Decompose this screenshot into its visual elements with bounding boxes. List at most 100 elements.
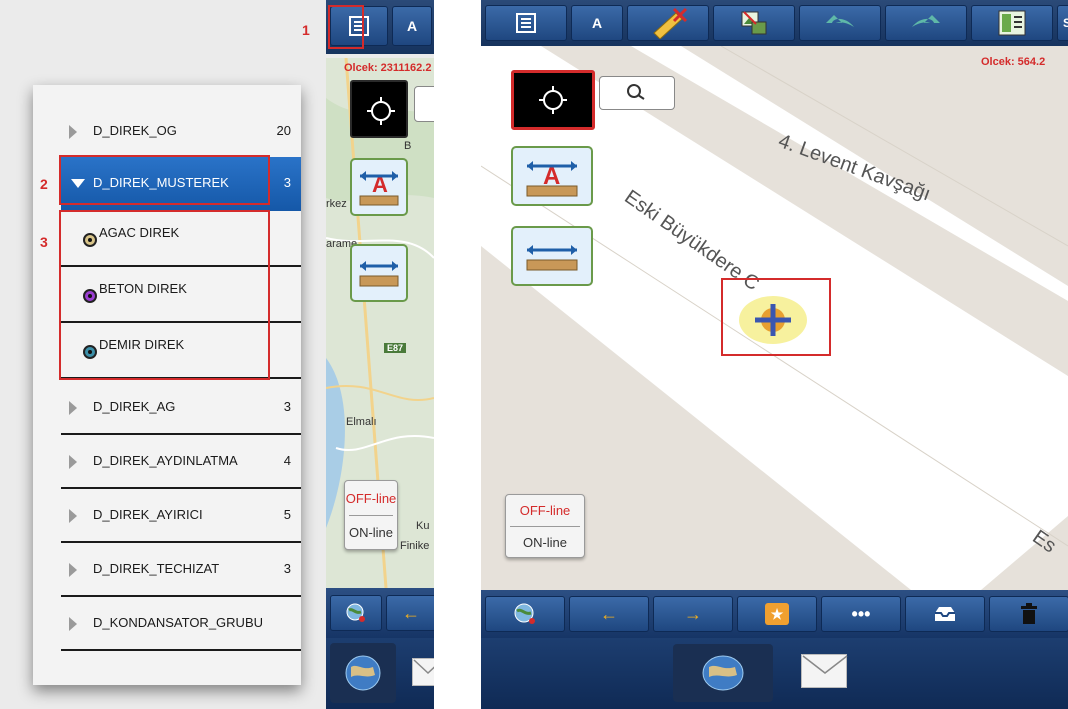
measure-area-button[interactable]: A xyxy=(350,158,408,216)
right-bottom-nav xyxy=(481,638,1068,709)
expand-arrow-icon[interactable] xyxy=(69,125,77,139)
layer-name: D_DIREK_AYIRICI xyxy=(93,507,203,522)
toggle-divider xyxy=(510,526,580,527)
expand-arrow-icon[interactable] xyxy=(69,617,77,631)
left-bottom-toolbar: ← xyxy=(326,588,434,638)
highlight-box-2 xyxy=(59,155,270,205)
globe-icon xyxy=(702,655,744,691)
crosshair-icon xyxy=(367,97,395,125)
locate-button[interactable] xyxy=(511,70,595,130)
globe-search-icon xyxy=(346,603,365,622)
measure-distance-button[interactable] xyxy=(511,226,593,286)
layer-count: 3 xyxy=(283,561,291,576)
legend-button[interactable] xyxy=(971,5,1053,41)
layer-name: D_KONDANSATOR_GRUBU xyxy=(93,615,263,630)
map-tab[interactable] xyxy=(330,643,396,703)
text-tool-button[interactable]: A xyxy=(392,6,432,46)
cut-off-button[interactable]: S xyxy=(1057,5,1068,41)
left-bottom-nav xyxy=(326,638,434,709)
measure-distance-button[interactable] xyxy=(350,244,408,302)
locate-button[interactable] xyxy=(350,80,408,138)
offline-option[interactable]: OFF-line xyxy=(345,491,397,506)
right-top-toolbar: A S xyxy=(481,0,1068,46)
layer-count: 3 xyxy=(283,399,291,414)
measure-area-icon: A xyxy=(526,161,578,197)
erase-button[interactable] xyxy=(627,5,709,41)
measure-distance-icon xyxy=(526,245,578,271)
ellipsis-icon: ••• xyxy=(851,603,871,624)
map-label: Ku xyxy=(416,520,430,532)
annotation-number-1: 1 xyxy=(302,22,310,38)
left-map-view[interactable]: Olcek: 2311162.2 B rkez arame E87 Elmalı… xyxy=(326,58,434,588)
expand-arrow-icon[interactable] xyxy=(69,563,77,577)
map-label: B xyxy=(404,140,412,152)
undo-button[interactable] xyxy=(799,5,881,41)
line-mode-toggle[interactable]: OFF-line ON-line xyxy=(505,494,585,558)
globe-search-button[interactable] xyxy=(485,596,565,632)
arrow-left-icon: ← xyxy=(600,603,618,624)
forward-arrow-button[interactable]: → xyxy=(653,596,733,632)
online-option[interactable]: ON-line xyxy=(345,525,397,540)
layer-name: D_DIREK_OG xyxy=(93,123,177,138)
right-map-view[interactable]: Olcek: 564.2 4. Levent Kavşağı Eski Büyü… xyxy=(481,46,1068,590)
right-bottom-toolbar: ← → ★ ••• xyxy=(481,590,1068,638)
expand-arrow-icon[interactable] xyxy=(69,509,77,523)
text-tool-button[interactable]: A xyxy=(571,5,623,41)
search-button[interactable] xyxy=(599,76,675,110)
map-tab[interactable] xyxy=(673,644,773,702)
annotation-number-2: 2 xyxy=(40,176,48,192)
layer-list-button[interactable] xyxy=(485,5,567,41)
redo-arrow-icon xyxy=(912,15,940,27)
scale-text: Olcek: 564.2 xyxy=(981,56,1046,68)
line-mode-toggle[interactable]: OFF-line ON-line xyxy=(344,480,398,550)
online-option[interactable]: ON-line xyxy=(506,535,584,550)
layer-row[interactable]: D_DIREK_AG 3 xyxy=(61,381,301,435)
favorites-button[interactable]: ★ xyxy=(737,596,817,632)
toggle-divider xyxy=(349,515,393,516)
expand-arrow-icon[interactable] xyxy=(69,401,77,415)
envelope-icon xyxy=(413,659,434,675)
mail-icon[interactable] xyxy=(412,658,434,686)
layer-name: D_DIREK_TECHIZAT xyxy=(93,561,220,576)
image-edit-icon xyxy=(741,11,767,35)
highlight-box-3 xyxy=(59,210,270,380)
layer-count: 20 xyxy=(276,123,291,138)
layer-row[interactable]: D_DIREK_AYDINLATMA 4 xyxy=(61,435,301,489)
selected-point-icon[interactable] xyxy=(735,290,815,350)
star-icon: ★ xyxy=(765,603,789,625)
undo-arrow-icon xyxy=(826,15,854,27)
layer-count: 4 xyxy=(283,453,291,468)
delete-button[interactable] xyxy=(989,596,1068,632)
image-tool-button[interactable] xyxy=(713,5,795,41)
inbox-icon xyxy=(935,607,955,621)
search-button[interactable] xyxy=(414,86,434,122)
left-screenshot: Olcek: 2311162.2 B rkez arame E87 Elmalı… xyxy=(0,0,434,709)
envelope-icon xyxy=(802,655,848,674)
layer-row[interactable]: D_DIREK_AYIRICI 5 xyxy=(61,489,301,543)
redo-button[interactable] xyxy=(885,5,967,41)
magnifier-icon xyxy=(627,84,645,100)
more-button[interactable]: ••• xyxy=(821,596,901,632)
measure-area-button[interactable]: A xyxy=(511,146,593,206)
expand-arrow-icon[interactable] xyxy=(69,455,77,469)
legend-icon xyxy=(998,10,1026,36)
map-label: Finike xyxy=(400,540,430,552)
layer-name: D_DIREK_AG xyxy=(93,399,176,414)
layer-row[interactable]: D_DIREK_TECHIZAT 3 xyxy=(61,543,301,597)
globe-search-icon xyxy=(514,603,535,624)
layer-row[interactable]: D_DIREK_OG 20 xyxy=(61,105,301,159)
arrow-left-icon: ← xyxy=(402,602,420,623)
globe-search-button[interactable] xyxy=(330,595,382,631)
layer-row[interactable]: D_KONDANSATOR_GRUBU xyxy=(61,597,301,651)
map-label: Elmalı xyxy=(346,416,377,428)
mail-button[interactable] xyxy=(801,654,848,688)
back-arrow-button[interactable]: ← xyxy=(386,595,434,631)
measure-distance-icon xyxy=(359,261,399,287)
measure-area-icon: A xyxy=(359,171,399,206)
inbox-button[interactable] xyxy=(905,596,985,632)
back-arrow-button[interactable]: ← xyxy=(569,596,649,632)
right-screenshot: A S Olcek: 564.2 4. Levent Kavşağı Eski … xyxy=(481,0,1068,709)
layer-name: D_DIREK_AYDINLATMA xyxy=(93,453,238,468)
map-label: rkez xyxy=(326,198,347,210)
offline-option[interactable]: OFF-line xyxy=(506,503,584,518)
